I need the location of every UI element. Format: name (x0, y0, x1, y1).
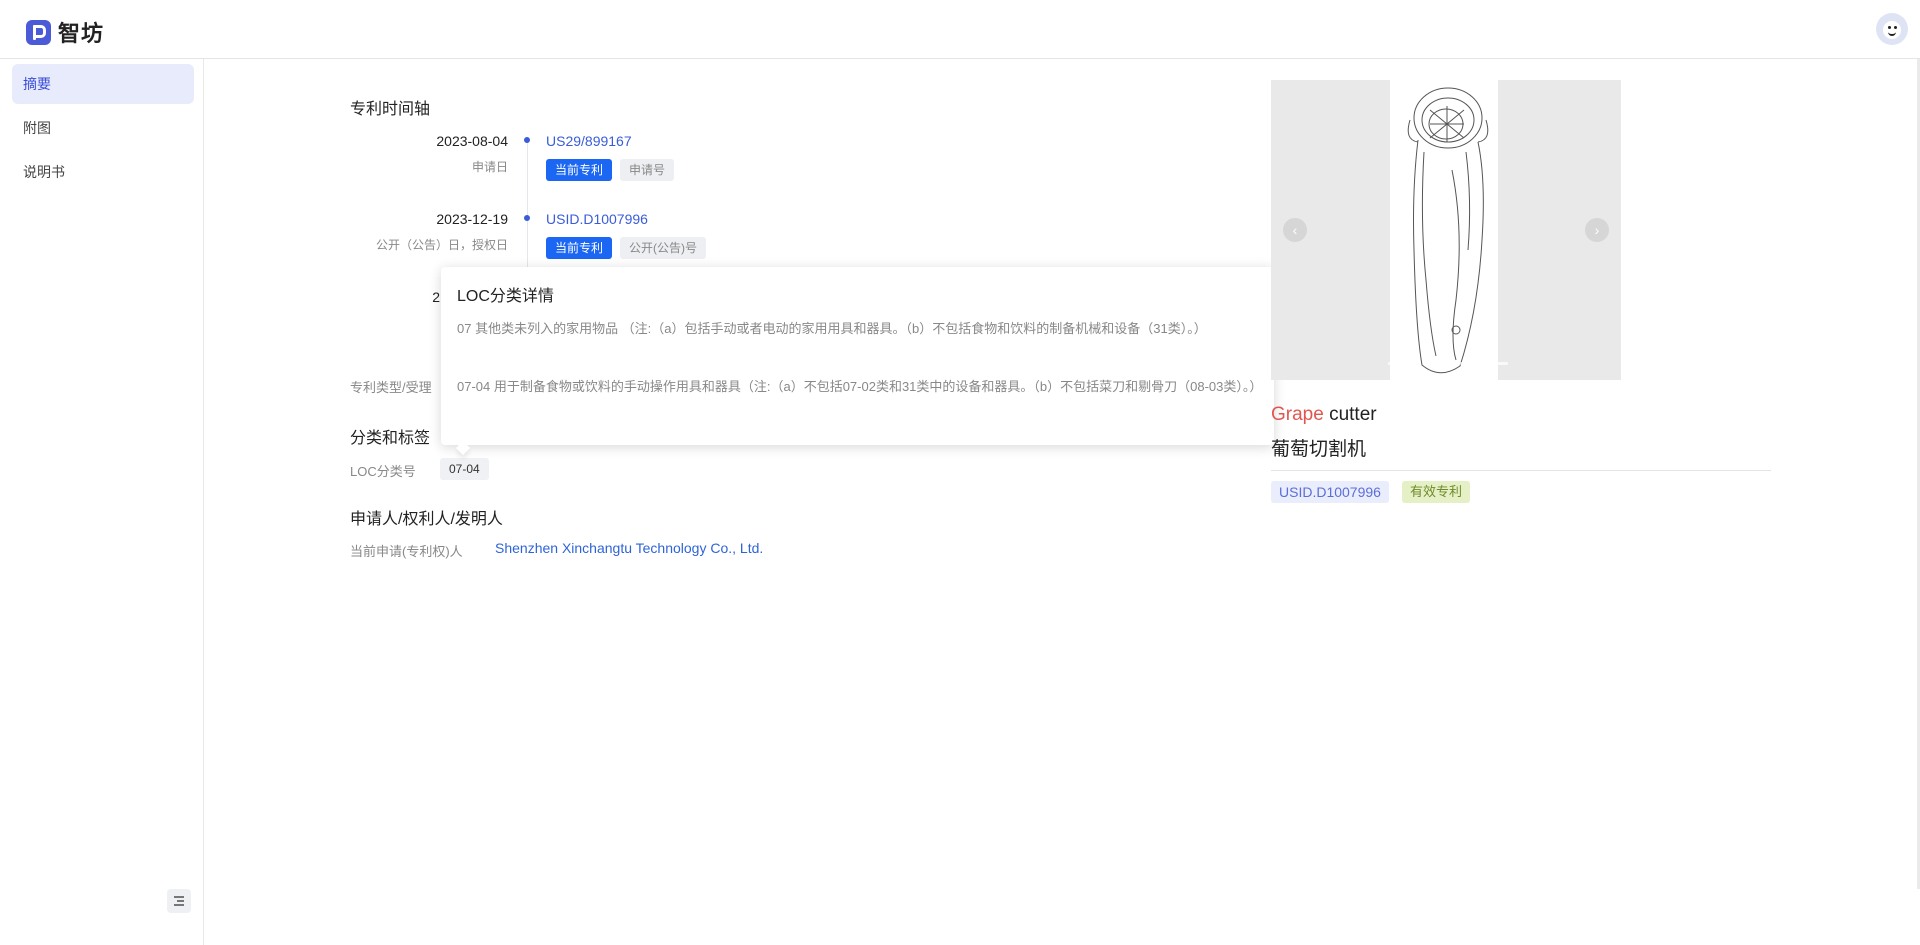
application-number-link[interactable]: US29/899167 (546, 133, 632, 149)
loc-code-chip[interactable]: 07-04 (440, 458, 489, 480)
carousel-dot[interactable] (1478, 362, 1490, 365)
loc-detail-popover: LOC分类详情 07 其他类未列入的家用物品 （注:（a）包括手动或者电动的家用… (441, 267, 1274, 445)
avatar-face-icon (1883, 21, 1901, 39)
timeline-date: 2023-08-04 (436, 133, 508, 149)
popover-title: LOC分类详情 (457, 288, 554, 305)
title-rest: cutter (1323, 404, 1377, 425)
avatar-eye-icon (1894, 26, 1897, 29)
carousel-dot[interactable] (1496, 362, 1508, 365)
app-logo[interactable]: 智坊 (26, 16, 104, 48)
product-title-zh: 葡萄切割机 (1271, 439, 1367, 460)
patent-number-badge: USID.D1007996 (1271, 481, 1389, 503)
sidebar-item-description[interactable]: 说明书 (12, 152, 194, 192)
avatar-eye-icon (1888, 26, 1891, 29)
carousel-dot[interactable] (1424, 362, 1436, 365)
applicants-title: 申请人/权利人/发明人 (350, 511, 503, 528)
carousel-dot[interactable] (1442, 362, 1454, 365)
app-name: 智坊 (58, 21, 105, 46)
carousel-prev-button[interactable]: ‹ (1283, 218, 1307, 242)
classification-title: 分类和标签 (350, 430, 431, 447)
current-patent-tag: 当前专利 (546, 159, 613, 181)
current-applicant-label: 当前申请(专利权)人 (350, 544, 463, 559)
publication-number-link[interactable]: USID.D1007996 (546, 211, 648, 227)
menu-collapse-icon (174, 904, 184, 906)
menu-collapse-icon (177, 900, 184, 902)
timeline-dot (524, 137, 530, 143)
drawing-carousel[interactable]: ‹ › (1271, 80, 1621, 380)
carousel-dot[interactable] (1406, 362, 1418, 365)
popover-line: 07-04 用于制备食物或饮料的手动操作用具和器具（注:（a）不包括07-02类… (457, 379, 1263, 394)
menu-collapse-icon (174, 896, 184, 898)
timeline-date-label: 申请日 (471, 160, 508, 174)
logo-icon (26, 19, 51, 45)
carousel-dot[interactable] (1460, 362, 1472, 365)
current-patent-tag: 当前专利 (546, 237, 613, 259)
title-highlight: Grape (1271, 404, 1324, 425)
current-applicant-link[interactable]: Shenzhen Xinchangtu Technology Co., Ltd. (495, 540, 763, 556)
timeline-date: 2023-12-19 (436, 211, 508, 227)
patent-drawing-image (1390, 80, 1498, 380)
patent-status-badge: 有效专利 (1402, 481, 1471, 503)
sidebar: 摘要 附图 说明书 (0, 59, 204, 945)
patent-type-label: 专利类型/受理 (350, 380, 432, 395)
title-divider (1271, 470, 1771, 471)
popover-line: 07 其他类未列入的家用物品 （注:（a）包括手动或者电动的家用用具和器具。（b… (457, 321, 1207, 336)
publication-number-tag: 公开(公告)号 (620, 237, 706, 259)
product-title-en: Grape cutter (1271, 404, 1377, 426)
collapse-sidebar-button[interactable] (167, 889, 191, 913)
application-number-tag: 申请号 (620, 159, 675, 181)
sidebar-item-abstract[interactable]: 摘要 (12, 64, 194, 104)
carousel-indicators (1388, 362, 1508, 365)
sidebar-item-drawings[interactable]: 附图 (12, 108, 194, 148)
timeline-title: 专利时间轴 (350, 101, 431, 118)
carousel-dot[interactable] (1388, 362, 1400, 365)
timeline-date-label: 公开（公告）日，授权日 (375, 238, 508, 252)
carousel-next-button[interactable]: › (1585, 218, 1609, 242)
user-avatar[interactable] (1876, 13, 1908, 45)
grape-cutter-drawing-icon (1407, 87, 1489, 374)
timeline-date: 2 (432, 289, 440, 305)
loc-label: LOC分类号 (350, 464, 416, 479)
timeline-dot (524, 215, 530, 221)
app-header: 智坊 (0, 0, 1920, 59)
